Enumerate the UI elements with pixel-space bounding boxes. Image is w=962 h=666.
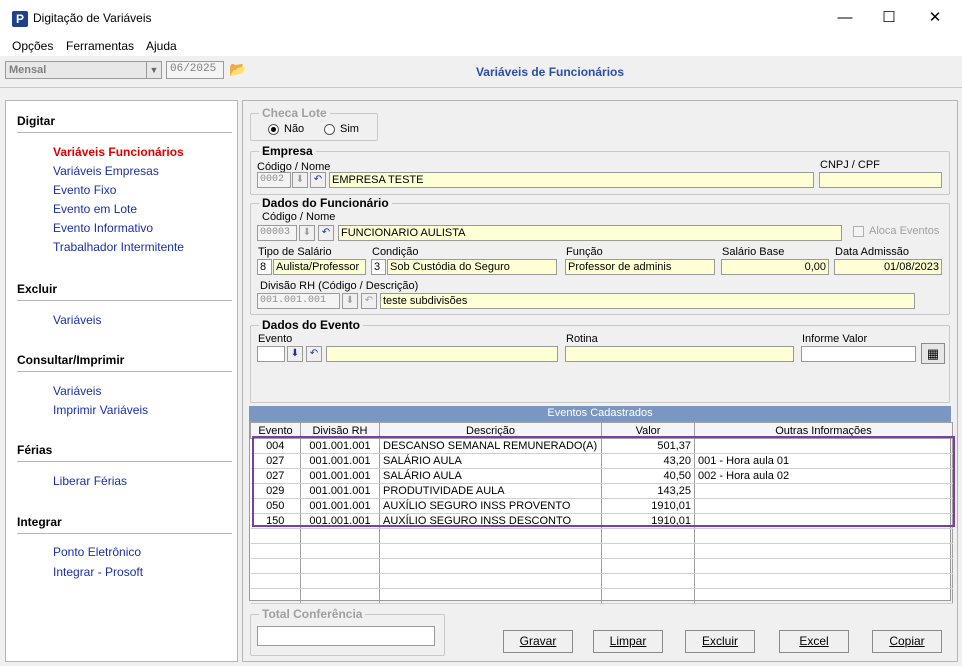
sidebar-item-excluir-variaveis[interactable]: Variáveis — [53, 313, 101, 327]
excel-button[interactable]: Excel — [779, 630, 849, 653]
period-type-value: Mensal — [9, 64, 47, 76]
excluir-button[interactable]: Excluir — [685, 630, 755, 653]
sidebar-section-integrar: Integrar — [17, 515, 62, 529]
close-button[interactable]: ✕ — [912, 0, 958, 36]
window-title: Digitação de Variáveis — [33, 11, 152, 25]
table-row-empty[interactable] — [250, 558, 953, 574]
funcionario-label: Dados do Funcionário — [259, 196, 392, 210]
data-admissao-field[interactable]: 01/08/2023 — [834, 259, 942, 275]
evento-desc-field[interactable] — [326, 346, 558, 362]
selection-highlight — [252, 436, 955, 527]
tipo-salario-code[interactable]: 8 — [257, 259, 272, 275]
download-icon[interactable]: ⬇ — [287, 346, 303, 362]
divisao-code-field[interactable]: 001.001.001 — [257, 293, 340, 309]
sidebar-item-evento-fixo[interactable]: Evento Fixo — [53, 183, 116, 197]
sidebar-item-consultar-variaveis[interactable]: Variáveis — [53, 384, 101, 398]
sidebar-item-variaveis-empresas[interactable]: Variáveis Empresas — [53, 164, 159, 178]
radio-nao-label: Não — [284, 123, 305, 135]
funcionario-code-field[interactable]: 00003 — [257, 225, 297, 241]
funcionario-code-label: Código / Nome — [262, 211, 336, 223]
informe-valor-label: Informe Valor — [802, 333, 868, 345]
menu-ajuda[interactable]: Ajuda — [146, 39, 177, 53]
evento-label: Evento — [258, 333, 293, 345]
empresa-code-field[interactable]: 0002 — [257, 172, 291, 188]
menu-ferramentas[interactable]: Ferramentas — [66, 39, 134, 53]
sidebar-item-evento-informativo[interactable]: Evento Informativo — [53, 221, 153, 235]
chevron-down-icon[interactable]: ▼ — [146, 62, 161, 78]
salario-base-label: Salário Base — [722, 246, 785, 258]
sidebar-section-excluir: Excluir — [17, 282, 58, 296]
title-bar: P Digitação de Variáveis — ☐ ✕ — [0, 0, 962, 36]
sidebar-item-integrar-prosoft[interactable]: Integrar - Prosoft — [53, 565, 143, 579]
divisao-field[interactable]: teste subdivisões — [380, 293, 915, 309]
table-row-empty[interactable] — [250, 588, 953, 604]
funcionario-name-field[interactable]: FUNCIONARIO AULISTA — [338, 225, 842, 241]
condicao-field[interactable]: Sob Custódia do Seguro — [387, 259, 557, 275]
cnpj-label: CNPJ / CPF — [820, 159, 880, 171]
minimize-button[interactable]: — — [822, 0, 868, 36]
aloca-eventos-checkbox[interactable] — [853, 226, 864, 237]
rotina-field[interactable] — [565, 346, 794, 362]
sidebar-section-ferias: Férias — [17, 443, 53, 457]
salario-base-field[interactable]: 0,00 — [721, 259, 829, 275]
empresa-name-field[interactable]: EMPRESA TESTE — [329, 172, 814, 188]
cnpj-field[interactable] — [819, 172, 942, 188]
sidebar-item-ponto-eletronico[interactable]: Ponto Eletrônico — [53, 545, 141, 559]
grid-title: Eventos Cadastrados — [249, 406, 951, 421]
radio-sim-label: Sim — [340, 123, 359, 135]
undo-icon[interactable]: ↶ — [318, 225, 334, 241]
radio-sim[interactable] — [324, 124, 335, 135]
sidebar-item-variaveis-funcionarios[interactable]: Variáveis Funcionários — [53, 145, 184, 159]
undo-icon[interactable]: ↶ — [361, 293, 377, 309]
download-icon[interactable]: ⬇ — [299, 225, 315, 241]
total-field[interactable] — [257, 626, 435, 646]
limpar-button[interactable]: Limpar — [593, 630, 663, 653]
table-row-empty[interactable] — [250, 543, 953, 559]
undo-icon[interactable]: ↶ — [310, 172, 326, 188]
funcao-field[interactable]: Professor de adminis — [565, 259, 715, 275]
evento-group-label: Dados do Evento — [259, 318, 364, 332]
calculator-icon[interactable]: ▦ — [921, 343, 945, 364]
page-title: Variáveis de Funcionários — [475, 65, 625, 79]
download-icon[interactable]: ⬇ — [292, 172, 308, 188]
sidebar-item-imprimir-variaveis[interactable]: Imprimir Variáveis — [53, 403, 148, 417]
condicao-code[interactable]: 3 — [371, 259, 386, 275]
evento-code-field[interactable] — [257, 346, 285, 362]
total-label: Total Conferência — [259, 607, 366, 621]
folder-open-icon[interactable]: 📂 — [229, 60, 247, 78]
tipo-salario-label: Tipo de Salário — [258, 246, 332, 258]
divisao-label: Divisão RH (Código / Descrição) — [260, 280, 419, 292]
tipo-salario-field[interactable]: Aulista/Professor — [273, 259, 366, 275]
sidebar: Digitar Variáveis Funcionários Variáveis… — [5, 100, 238, 662]
informe-valor-field[interactable] — [801, 346, 916, 362]
sidebar-item-trabalhador-intermitente[interactable]: Trabalhador Intermitente — [53, 240, 184, 254]
empresa-label: Empresa — [259, 144, 316, 158]
menu-bar: Opções Ferramentas Ajuda — [0, 36, 962, 56]
checa-lote-group: Checa Lote Não Sim — [250, 106, 378, 141]
maximize-button[interactable]: ☐ — [866, 0, 912, 36]
data-admissao-label: Data Admissão — [835, 246, 909, 258]
sidebar-item-liberar-ferias[interactable]: Liberar Férias — [53, 474, 127, 488]
aloca-eventos-label: Aloca Eventos — [869, 225, 940, 237]
app-logo-icon: P — [12, 11, 28, 27]
undo-icon[interactable]: ↶ — [306, 346, 322, 362]
radio-nao[interactable] — [268, 124, 279, 135]
sidebar-section-consultar: Consultar/Imprimir — [17, 353, 125, 367]
sidebar-section-digitar: Digitar — [17, 114, 56, 128]
period-type-select[interactable]: Mensal ▼ — [5, 61, 162, 79]
condicao-label: Condição — [372, 246, 419, 258]
funcao-label: Função — [566, 246, 603, 258]
menu-opcoes[interactable]: Opções — [12, 39, 53, 53]
checa-lote-label: Checa Lote — [259, 106, 330, 120]
download-icon[interactable]: ⬇ — [342, 293, 358, 309]
gravar-button[interactable]: Gravar — [503, 630, 573, 653]
sidebar-item-evento-em-lote[interactable]: Evento em Lote — [53, 202, 137, 216]
copiar-button[interactable]: Copiar — [872, 630, 942, 653]
rotina-label: Rotina — [566, 333, 598, 345]
competencia-field[interactable]: 06/2025 — [166, 61, 224, 79]
table-row-empty[interactable] — [250, 573, 953, 589]
table-row-empty[interactable] — [250, 528, 953, 544]
